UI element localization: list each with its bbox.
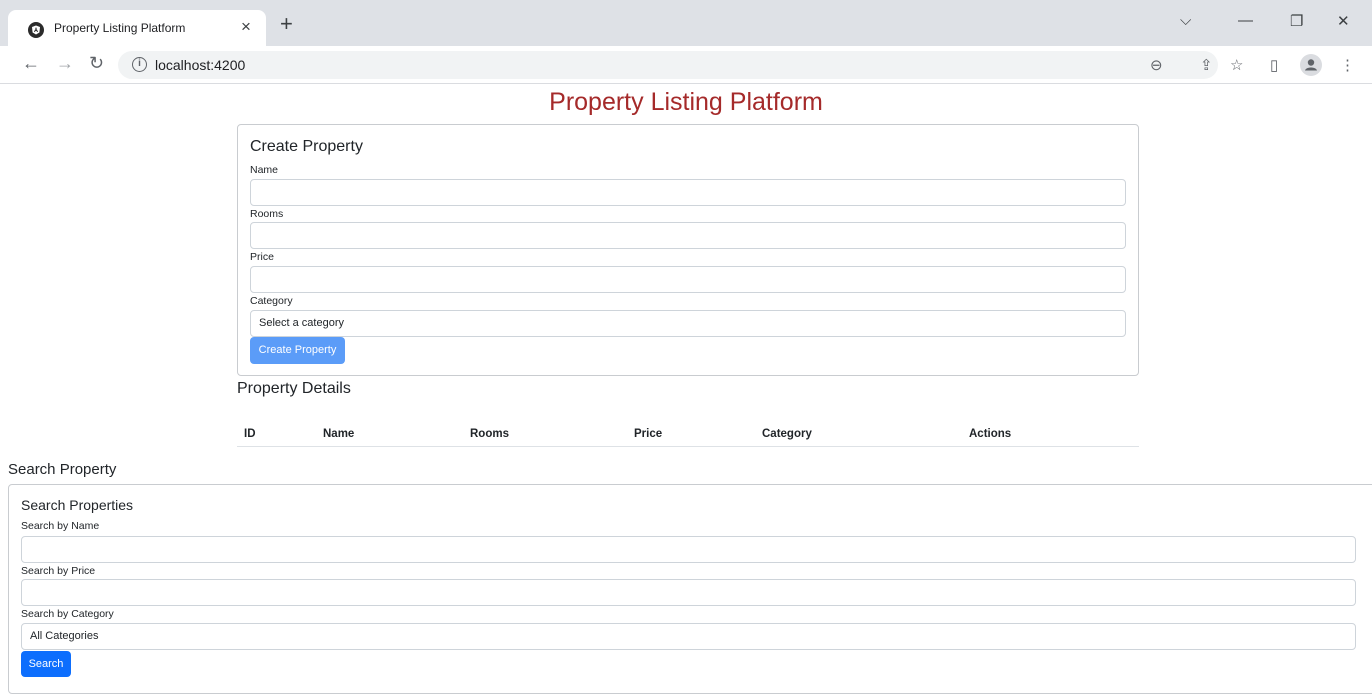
share-icon[interactable]: ⇪ xyxy=(1200,56,1213,74)
rooms-label: Rooms xyxy=(250,208,284,220)
create-property-title: Create Property xyxy=(250,138,363,155)
side-panel-icon[interactable]: ▯ xyxy=(1270,56,1278,74)
search-name-input[interactable] xyxy=(21,536,1356,563)
omnibox[interactable]: i localhost:4200 xyxy=(118,51,1218,79)
property-details-title: Property Details xyxy=(237,380,351,397)
create-property-button[interactable]: Create Property xyxy=(250,337,345,364)
page-title: Property Listing Platform xyxy=(549,88,823,116)
category-select[interactable]: Select a category xyxy=(250,310,1126,337)
close-tab-icon[interactable]: × xyxy=(241,17,251,37)
column-header-name: Name xyxy=(323,428,355,440)
angular-favicon-icon xyxy=(28,22,44,38)
zoom-icon[interactable]: ⊖ xyxy=(1150,56,1163,74)
search-price-input[interactable] xyxy=(21,579,1356,606)
restore-icon[interactable]: ❐ xyxy=(1290,12,1303,30)
address-bar-row: ← → ↻ i localhost:4200 ⊖ ⇪ ☆ ▯ ⋮ xyxy=(0,46,1372,84)
search-button[interactable]: Search xyxy=(21,651,71,677)
column-header-price: Price xyxy=(634,428,663,440)
search-properties-title: Search Properties xyxy=(21,497,134,513)
column-header-rooms: Rooms xyxy=(470,428,509,440)
name-input[interactable] xyxy=(250,179,1126,206)
site-info-icon[interactable]: i xyxy=(132,57,147,72)
search-property-heading: Search Property xyxy=(8,461,117,478)
category-label: Category xyxy=(250,295,293,307)
search-price-label: Search by Price xyxy=(21,565,96,577)
search-category-select[interactable]: All Categories xyxy=(21,623,1356,650)
search-category-label: Search by Category xyxy=(21,608,114,620)
browser-tab-strip: Property Listing Platform × + ⌵ — ❐ ✕ xyxy=(0,0,1372,46)
bookmark-star-icon[interactable]: ☆ xyxy=(1230,56,1243,74)
price-input[interactable] xyxy=(250,266,1126,293)
close-window-icon[interactable]: ✕ xyxy=(1337,12,1350,30)
tab-title: Property Listing Platform xyxy=(54,21,186,35)
new-tab-icon[interactable]: + xyxy=(280,13,293,35)
column-header-category: Category xyxy=(762,428,812,440)
reload-icon[interactable]: ↻ xyxy=(89,53,104,74)
browser-tab[interactable]: Property Listing Platform × xyxy=(8,10,266,46)
profile-avatar-icon[interactable] xyxy=(1300,54,1322,76)
name-label: Name xyxy=(250,164,279,176)
rooms-input[interactable] xyxy=(250,222,1126,249)
forward-icon[interactable]: → xyxy=(56,53,74,74)
browser-menu-icon[interactable]: ⋮ xyxy=(1340,56,1355,74)
create-property-card xyxy=(237,124,1139,376)
search-name-label: Search by Name xyxy=(21,520,100,532)
back-icon[interactable]: ← xyxy=(22,53,40,74)
price-label: Price xyxy=(250,251,274,263)
column-header-actions: Actions xyxy=(969,428,1012,440)
tab-search-icon[interactable]: ⌵ xyxy=(1180,12,1191,29)
table-header-divider xyxy=(237,446,1139,447)
url-text: localhost:4200 xyxy=(155,57,246,73)
column-header-id: ID xyxy=(244,428,256,440)
minimize-icon[interactable]: — xyxy=(1238,12,1253,29)
